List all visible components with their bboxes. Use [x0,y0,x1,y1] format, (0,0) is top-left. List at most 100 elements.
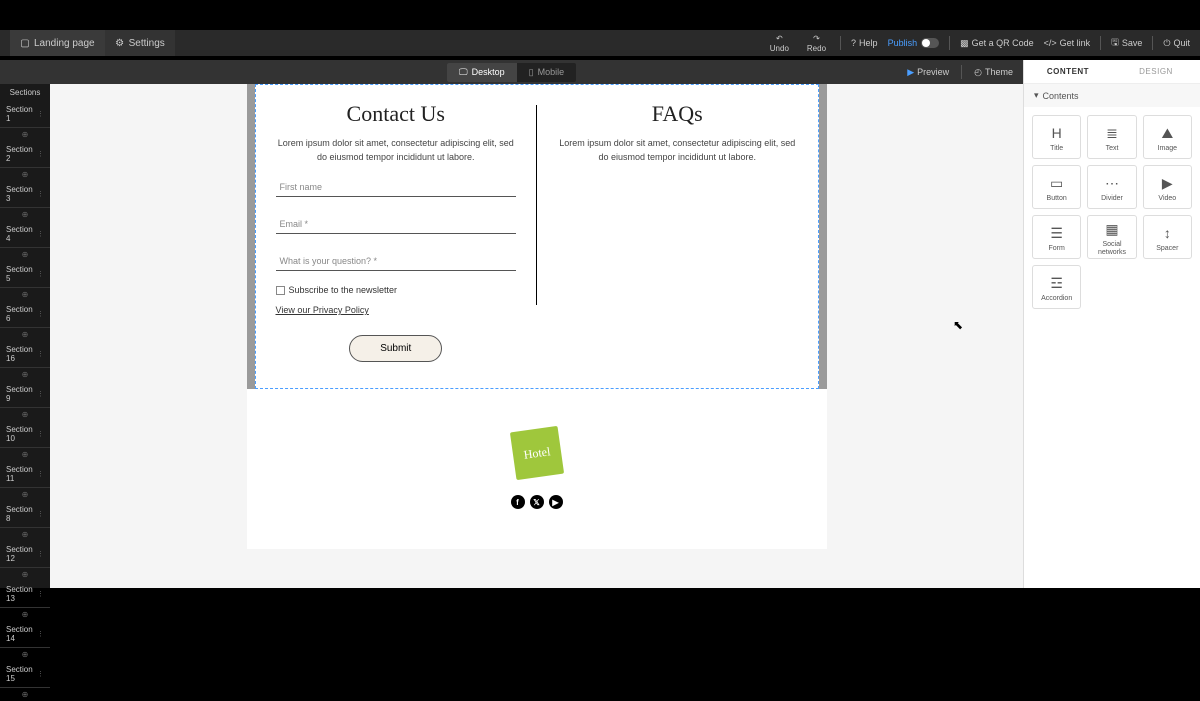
subscribe-checkbox-row[interactable]: Subscribe to the newsletter [276,285,517,295]
first-name-field[interactable]: First name [276,174,517,197]
mobile-icon: ▯ [529,67,534,78]
add-section-button[interactable]: ⊕ [0,648,50,661]
section-item[interactable]: Section 13⋮ [0,581,50,608]
tile-label: Divider [1101,195,1123,203]
section-item[interactable]: Section 10⋮ [0,421,50,448]
section-item[interactable]: Section 6⋮ [0,301,50,328]
desktop-icon: 🖵 [459,67,468,78]
contact-description: Lorem ipsum dolor sit amet, consectetur … [276,137,517,164]
question-field[interactable]: What is your question? * [276,248,517,271]
submit-button[interactable]: Submit [349,335,442,362]
contents-section-header[interactable]: ▾ Contents [1024,84,1200,107]
help-icon: ? [851,38,856,48]
content-tile-button[interactable]: ▭Button [1032,165,1081,209]
add-section-button[interactable]: ⊕ [0,408,50,421]
content-tile-title[interactable]: H Title [1032,115,1081,159]
tile-label: Social networks [1090,241,1133,256]
section-item[interactable]: Section 5⋮ [0,261,50,288]
add-section-button[interactable]: ⊕ [0,168,50,181]
faqs-column[interactable]: FAQs Lorem ipsum dolor sit amet, consect… [537,85,818,388]
add-section-button[interactable]: ⊕ [0,248,50,261]
add-section-button[interactable]: ⊕ [0,568,50,581]
contents-label: Contents [1043,91,1079,101]
section-item[interactable]: Section 14⋮ [0,621,50,648]
privacy-policy-link[interactable]: View our Privacy Policy [276,305,517,315]
section-item[interactable]: Section 12⋮ [0,541,50,568]
x-twitter-icon[interactable]: 𝕏 [530,495,544,509]
add-section-button[interactable]: ⊕ [0,488,50,501]
redo-label: Redo [807,44,826,53]
add-section-button[interactable]: ⊕ [0,688,50,701]
section-item[interactable]: Section 16⋮ [0,341,50,368]
add-section-button[interactable]: ⊕ [0,448,50,461]
save-button[interactable]: 🖫 Save [1111,35,1142,51]
qr-button[interactable]: ▩ Get a QR Code [960,38,1034,49]
tile-label: Title [1050,145,1063,153]
spacer-icon: ↕ [1164,225,1171,241]
content-tile-social-networks[interactable]: ▦ Social networks [1087,215,1136,259]
getlink-button[interactable]: </> Get link [1044,38,1091,48]
section-item[interactable]: Section 11⋮ [0,461,50,488]
publish-toggle[interactable]: Publish [888,38,940,48]
tile-label: Form [1048,245,1064,253]
form-icon: ☰ [1050,225,1063,241]
settings-button[interactable]: ⚙ Settings [105,30,175,56]
contact-column[interactable]: Contact Us Lorem ipsum dolor sit amet, c… [256,85,537,388]
add-section-button[interactable]: ⊕ [0,608,50,621]
content-tile-form[interactable]: ☰ Form [1032,215,1081,259]
tab-content[interactable]: CONTENT [1024,60,1112,83]
toggle-switch[interactable] [921,38,939,48]
content-tile-image[interactable]: ⛰Image [1143,115,1192,159]
tile-label: Spacer [1156,245,1178,253]
text-icon: ≣ [1106,125,1118,141]
desktop-view-button[interactable]: 🖵 Desktop [447,63,517,82]
content-tile-text[interactable]: ≣Text [1087,115,1136,159]
add-section-button[interactable]: ⊕ [0,288,50,301]
content-tile-divider[interactable]: ⋯Divider [1087,165,1136,209]
section-item[interactable]: Section 3⋮ [0,181,50,208]
mobile-view-button[interactable]: ▯ Mobile [517,63,576,82]
checkbox-icon[interactable] [276,286,285,295]
facebook-icon[interactable]: f [511,495,525,509]
add-section-button[interactable]: ⊕ [0,208,50,221]
undo-button[interactable]: ↶ Undo [766,34,793,53]
accordion-icon: ☲ [1050,275,1063,291]
contact-title: Contact Us [276,101,517,127]
quit-icon: ⏻ [1163,38,1170,49]
properties-panel: CONTENT DESIGN ▾ Contents H Title ≣Text⛰Im… [1023,60,1200,588]
landing-page-button[interactable]: ▢ Landing page [10,30,105,56]
editor-canvas[interactable]: Contact Us Lorem ipsum dolor sit amet, c… [50,84,1023,588]
add-section-button[interactable]: ⊕ [0,528,50,541]
add-section-button[interactable]: ⊕ [0,368,50,381]
video-icon: ▶ [1162,175,1173,191]
preview-button[interactable]: ▶ Preview [907,67,949,78]
preview-label: Preview [917,67,949,77]
section-item[interactable]: Section 2⋮ [0,141,50,168]
section-item[interactable]: Section 8⋮ [0,501,50,528]
section-item[interactable]: Section 4⋮ [0,221,50,248]
content-tile-spacer[interactable]: ↕ Spacer [1143,215,1192,259]
youtube-icon[interactable]: ▶ [549,495,563,509]
footer-section[interactable]: Hotel f 𝕏 ▶ [247,389,827,549]
desktop-label: Desktop [472,67,505,77]
help-button[interactable]: ? Help [851,38,878,48]
social-networks-icon: ▦ [1105,221,1118,237]
add-section-button[interactable]: ⊕ [0,328,50,341]
redo-button[interactable]: ↷ Redo [803,34,830,53]
email-field[interactable]: Email * [276,211,517,234]
section-item[interactable]: Section 9⋮ [0,381,50,408]
tab-design[interactable]: DESIGN [1112,60,1200,83]
section-item[interactable]: Section 1⋮ [0,101,50,128]
content-tile-accordion[interactable]: ☲Accordion [1032,265,1081,309]
sections-header: Sections [0,84,50,101]
section-item[interactable]: Section 15⋮ [0,661,50,688]
add-section-button[interactable]: ⊕ [0,128,50,141]
gear-icon: ⚙ [115,38,125,48]
theme-button[interactable]: ◴ Theme [974,67,1013,78]
subscribe-label: Subscribe to the newsletter [289,285,398,295]
content-tile-video[interactable]: ▶ Video [1143,165,1192,209]
title-icon: H [1052,125,1062,141]
undo-label: Undo [770,44,789,53]
tile-label: Video [1158,195,1176,203]
quit-button[interactable]: ⏻ Quit [1163,38,1190,49]
